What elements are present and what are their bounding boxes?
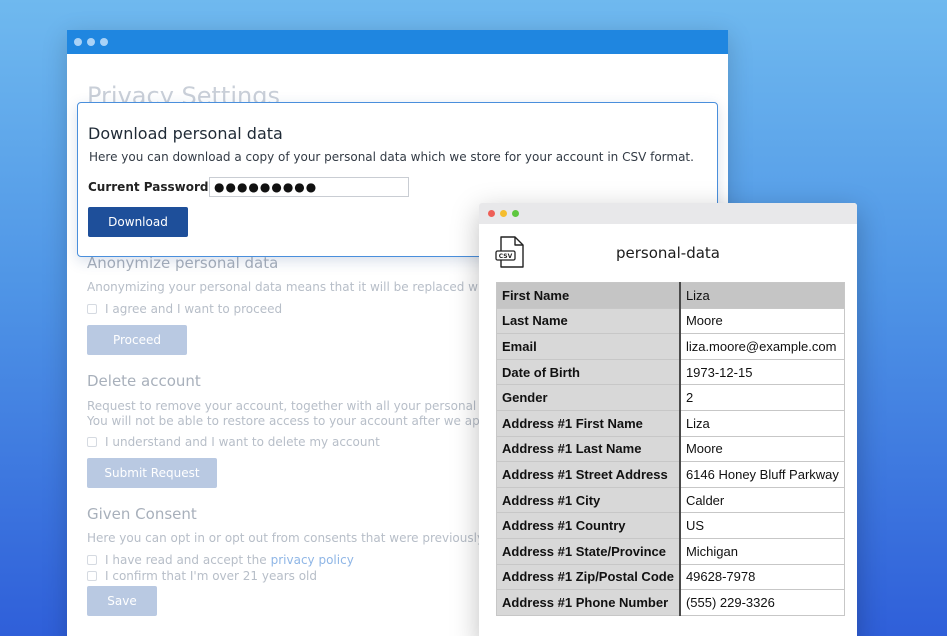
personal-data-table: First Name Liza Last Name Moore Email liza.mo… [495,282,845,616]
privacy-policy-link[interactable]: privacy policy [271,553,354,567]
field-name-cell: Address #1 Phone Number [495,589,681,616]
table-row: Last Name Moore [495,307,845,335]
current-password-label: Current Password* [88,180,214,194]
field-value-cell: Michigan [679,537,845,565]
field-value-cell: 49628-7978 [679,563,845,591]
consent-heading: Given Consent [87,505,197,523]
csv-icon-label: CSV [499,253,513,260]
submit-request-button[interactable]: Submit Request [87,458,217,488]
field-name-cell: Address #1 Street Address [495,461,681,488]
delete-account-description: Request to remove your account, together… [87,399,514,429]
table-row: Gender 2 [495,384,845,411]
download-heading: Download personal data [88,124,283,143]
window-dot-icon [74,38,82,46]
field-value-cell: Moore [679,307,845,335]
proceed-button[interactable]: Proceed [87,325,187,355]
checkbox-box[interactable] [87,304,97,314]
delete-account-heading: Delete account [87,372,201,390]
window-dot-icon [100,38,108,46]
table-row: Address #1 City Calder [495,486,845,514]
table-row: Address #1 Phone Number (555) 229-3326 [495,589,845,616]
save-button[interactable]: Save [87,586,157,616]
field-value-cell: Liza [679,409,845,437]
field-value-cell: (555) 229-3326 [679,589,845,616]
csv-file-icon: CSV [495,236,524,268]
field-name-cell: Gender [495,384,681,411]
field-name-cell: Email [495,333,681,360]
field-value-cell: Moore [679,435,845,463]
data-window-titlebar [479,203,857,224]
checkbox-box[interactable] [87,437,97,447]
age-confirm-label: I confirm that I'm over 21 years old [105,569,317,583]
table-row: Email liza.moore@example.com [495,333,845,360]
checkbox-box[interactable] [87,555,97,565]
delete-line-1: Request to remove your account, together… [87,399,508,413]
field-value-cell: 1973-12-15 [679,358,845,386]
field-value-cell: Calder [679,486,845,514]
field-name-cell: Address #1 Zip/Postal Code [495,563,681,591]
delete-line-2: You will not be able to restore access t… [87,414,514,428]
age-confirm-checkbox[interactable]: I confirm that I'm over 21 years old [87,569,317,583]
current-password-input[interactable]: ●●●●●●●●● [209,177,409,197]
field-value-cell: 2 [679,384,845,411]
privacy-policy-label: I have read and accept the [105,553,267,567]
maximize-window-icon[interactable] [512,210,519,217]
main-titlebar [67,30,728,54]
anonymize-agree-label: I agree and I want to proceed [105,302,283,316]
minimize-window-icon[interactable] [500,210,507,217]
field-value-cell: Liza [679,282,845,309]
field-value-cell: liza.moore@example.com [679,333,845,360]
current-password-label-text: Current Password [88,180,209,194]
table-row: Address #1 Zip/Postal Code 49628-7978 [495,563,845,591]
checkbox-box[interactable] [87,571,97,581]
field-value-cell: 6146 Honey Bluff Parkway [679,461,845,488]
table-row: First Name Liza [495,282,845,309]
table-row: Address #1 Street Address 6146 Honey Bluf… [495,461,845,488]
field-name-cell: First Name [495,282,681,309]
field-value-cell: US [679,512,845,539]
download-description: Here you can download a copy of your per… [89,150,694,164]
close-window-icon[interactable] [488,210,495,217]
table-row: Address #1 Country US [495,512,845,539]
table-row: Date of Birth 1973-12-15 [495,358,845,386]
field-name-cell: Date of Birth [495,358,681,386]
table-row: Address #1 Last Name Moore [495,435,845,463]
field-name-cell: Address #1 First Name [495,409,681,437]
field-name-cell: Last Name [495,307,681,335]
delete-account-section: Delete account [87,372,201,390]
download-button[interactable]: Download [88,207,188,237]
field-name-cell: Address #1 City [495,486,681,514]
data-filename: personal-data [616,244,720,262]
field-name-cell: Address #1 State/Province [495,537,681,565]
anonymize-agree-checkbox[interactable]: I agree and I want to proceed [87,302,282,316]
table-row: Address #1 First Name Liza [495,409,845,437]
delete-understand-label: I understand and I want to delete my acc… [105,435,380,449]
field-name-cell: Address #1 Last Name [495,435,681,463]
table-row: Address #1 State/Province Michigan [495,537,845,565]
anonymize-description-wrap: Anonymizing your personal data means tha… [87,280,512,295]
consent-description: Here you can opt in or opt out from cons… [87,531,514,545]
anonymize-description: Anonymizing your personal data means tha… [87,280,513,294]
window-dot-icon [87,38,95,46]
personal-data-window: CSV personal-data First Name Liza Last Nam… [479,203,857,636]
field-name-cell: Address #1 Country [495,512,681,539]
privacy-policy-checkbox[interactable]: I have read and accept the privacy polic… [87,553,354,567]
consent-section: Given Consent [87,505,197,523]
consent-description-wrap: Here you can opt in or opt out from cons… [87,531,513,546]
delete-understand-checkbox[interactable]: I understand and I want to delete my acc… [87,435,380,449]
